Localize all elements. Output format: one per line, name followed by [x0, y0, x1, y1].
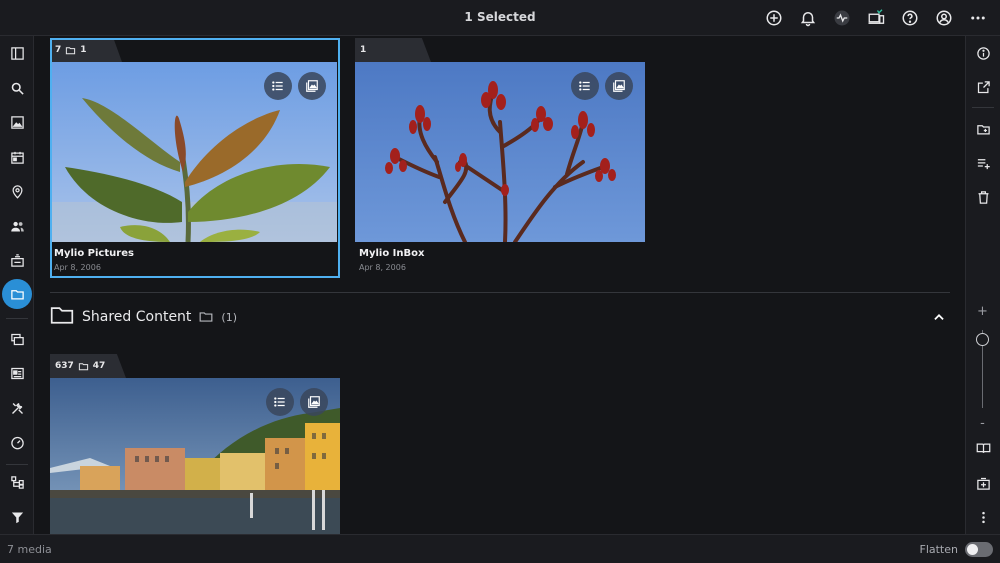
folder-icon — [78, 362, 88, 370]
account-icon[interactable] — [932, 6, 956, 30]
add-icon[interactable] — [762, 6, 786, 30]
list-view-icon[interactable] — [266, 388, 294, 416]
bell-icon[interactable] — [796, 6, 820, 30]
folder-icon — [66, 46, 76, 54]
top-bar: 1 Selected — [0, 0, 1000, 36]
info-icon[interactable] — [969, 39, 997, 67]
book-icon[interactable] — [969, 434, 997, 462]
section-count: (1) — [221, 310, 238, 324]
item-count: 1 — [360, 45, 367, 55]
help-icon[interactable] — [898, 6, 922, 30]
folder-name: Mylio InBox — [359, 248, 425, 259]
folder-tab: 7 1 — [50, 38, 122, 62]
red-flower-stems-image — [355, 62, 645, 242]
new-folder-icon[interactable] — [969, 115, 997, 143]
speedometer-icon[interactable] — [2, 427, 32, 457]
zoom-out-button[interactable]: - — [966, 416, 999, 431]
folder-date: Apr 8, 2006 — [359, 263, 406, 272]
open-external-icon[interactable] — [969, 73, 997, 101]
folder-thumbnail — [50, 378, 340, 534]
left-sidebar — [0, 36, 34, 534]
tools-icon[interactable] — [2, 393, 32, 423]
item-count: 7 — [55, 45, 62, 55]
list-view-icon[interactable] — [571, 72, 599, 100]
trash-icon[interactable] — [969, 183, 997, 211]
folder-icon — [50, 305, 74, 329]
sidebar-divider — [6, 318, 28, 319]
chevron-up-icon[interactable] — [928, 306, 950, 328]
folders-icon[interactable] — [2, 279, 32, 309]
plant-leaves-image — [50, 62, 337, 242]
dashboard-icon[interactable] — [2, 358, 32, 388]
filter-icon[interactable] — [2, 502, 32, 532]
subfolder-count: 47 — [92, 361, 106, 371]
gallery-view-icon[interactable] — [300, 388, 328, 416]
zoom-in-button[interactable]: + — [966, 304, 999, 319]
right-sidebar: + - — [965, 36, 1000, 534]
folder-grid: 7 1 Mylio Pictures Apr 8, 2006 1 Mylio I… — [35, 36, 965, 534]
sidebar-divider — [972, 107, 994, 108]
more-icon[interactable] — [966, 6, 990, 30]
folder-card-shared[interactable]: 637 47 — [50, 354, 340, 534]
folder-thumbnail — [355, 62, 645, 242]
shared-content-header: Shared Content (1) — [50, 304, 237, 330]
folder-date: Apr 8, 2006 — [54, 263, 101, 272]
gallery-view-icon[interactable] — [605, 72, 633, 100]
folder-icon — [199, 308, 213, 327]
map-pin-icon[interactable] — [2, 176, 32, 206]
folder-card-mylio-inbox[interactable]: 1 Mylio InBox Apr 8, 2006 — [355, 38, 645, 278]
subfolder-count: 1 — [80, 45, 87, 55]
list-view-icon[interactable] — [264, 72, 292, 100]
gallery-view-icon[interactable] — [298, 72, 326, 100]
import-icon[interactable] — [2, 245, 32, 275]
section-title: Shared Content — [82, 309, 192, 325]
tree-icon[interactable] — [2, 467, 32, 497]
flatten-toggle[interactable] — [965, 542, 993, 557]
devices-icon[interactable] — [864, 6, 888, 30]
more-vertical-icon[interactable] — [969, 503, 997, 531]
folder-name: Mylio Pictures — [54, 248, 134, 259]
photos-icon[interactable] — [2, 107, 32, 137]
item-count: 637 — [55, 361, 74, 371]
panel-toggle-icon[interactable] — [2, 38, 32, 68]
status-bar: 7 media Flatten — [0, 534, 1000, 563]
albums-icon[interactable] — [2, 324, 32, 354]
add-to-list-icon[interactable] — [969, 149, 997, 177]
sidebar-divider — [6, 464, 28, 465]
folder-tab: 1 — [355, 38, 431, 62]
folder-thumbnail — [50, 62, 337, 242]
folder-card-mylio-pictures[interactable]: 7 1 Mylio Pictures Apr 8, 2006 — [50, 38, 340, 278]
search-icon[interactable] — [2, 73, 32, 103]
add-box-icon[interactable] — [969, 469, 997, 497]
zoom-slider-thumb[interactable] — [976, 332, 989, 346]
activity-icon[interactable] — [830, 6, 854, 30]
media-count: 7 media — [7, 543, 52, 556]
flatten-label: Flatten — [919, 543, 959, 556]
people-icon[interactable] — [2, 211, 32, 241]
section-divider — [50, 292, 950, 293]
lakeside-town-image — [50, 378, 340, 534]
calendar-icon[interactable] — [2, 142, 32, 172]
folder-tab: 637 47 — [50, 354, 126, 378]
